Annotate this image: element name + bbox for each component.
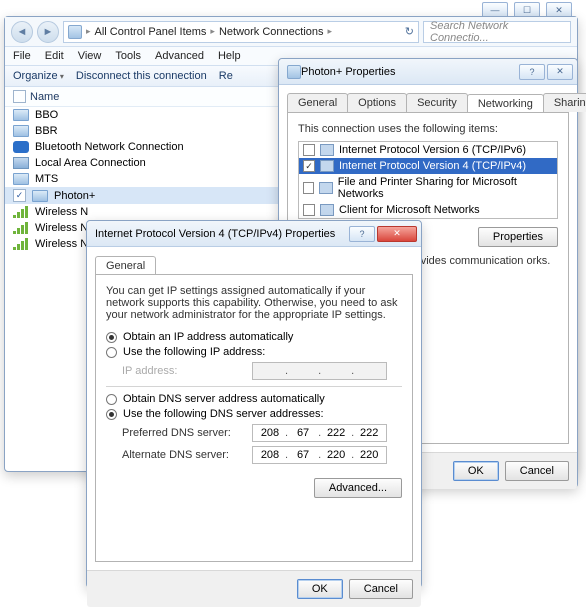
protocol-icon <box>319 182 332 194</box>
radio-icon <box>106 332 117 343</box>
protocol-icon <box>320 144 334 156</box>
control-panel-icon <box>68 25 82 39</box>
properties-icon <box>287 65 301 79</box>
ok-button[interactable]: OK <box>453 461 499 481</box>
dialog-buttons: OK Cancel <box>87 570 421 607</box>
wifi-icon <box>13 238 29 250</box>
search-input[interactable]: Search Network Connectio... <box>423 21 571 43</box>
lan-icon <box>13 157 29 169</box>
help-button[interactable]: ? <box>349 226 375 242</box>
tab-general[interactable]: General <box>95 256 156 275</box>
titlebar[interactable]: Internet Protocol Version 4 (TCP/IPv4) P… <box>87 221 421 247</box>
network-item[interactable]: ✓Internet Protocol Version 4 (TCP/IPv4) <box>299 158 557 174</box>
connection-icon <box>13 109 29 121</box>
chevron-right-icon: ▸ <box>210 26 215 37</box>
lead-text: This connection uses the following items… <box>298 123 558 135</box>
toolbar-item[interactable]: Re <box>219 70 233 82</box>
menu-help[interactable]: Help <box>218 50 241 62</box>
protocol-icon <box>320 204 334 216</box>
connection-icon <box>13 125 29 137</box>
back-button[interactable]: ◄ <box>11 21 33 43</box>
chevron-right-icon: ▸ <box>86 26 91 37</box>
menu-file[interactable]: File <box>13 50 31 62</box>
wifi-icon <box>13 206 29 218</box>
item-checkbox[interactable] <box>303 144 315 156</box>
network-item[interactable]: File and Printer Sharing for Microsoft N… <box>299 174 557 202</box>
connection-icon <box>13 173 29 185</box>
tab-sharing[interactable]: Sharing <box>543 93 586 112</box>
item-checkbox[interactable]: ✓ <box>13 189 26 202</box>
bluetooth-icon <box>13 141 29 153</box>
forward-button[interactable]: ► <box>37 21 59 43</box>
item-checkbox[interactable] <box>303 204 315 216</box>
ok-button[interactable]: OK <box>297 579 343 599</box>
item-checkbox[interactable]: ✓ <box>303 160 315 172</box>
tab-general[interactable]: General <box>287 93 348 112</box>
tab-security[interactable]: Security <box>406 93 468 112</box>
radio-icon <box>106 347 117 358</box>
radio-icon <box>106 394 117 405</box>
breadcrumb-item[interactable]: Network Connections <box>219 26 324 38</box>
preferred-dns-input[interactable]: 208.67.222.222 <box>252 424 387 442</box>
disconnect-button[interactable]: Disconnect this connection <box>76 70 207 82</box>
tab-options[interactable]: Options <box>347 93 407 112</box>
chevron-right-icon: ▸ <box>328 26 333 37</box>
radio-ip-manual[interactable]: Use the following IP address: <box>106 346 402 358</box>
tab-networking[interactable]: Networking <box>467 94 544 113</box>
address-bar: ◄ ► ▸ All Control Panel Items ▸ Network … <box>5 17 577 47</box>
close-button[interactable]: ✕ <box>547 64 573 80</box>
menu-edit[interactable]: Edit <box>45 50 64 62</box>
alternate-dns-label: Alternate DNS server: <box>122 449 252 461</box>
tab-strip: General Options Security Networking Shar… <box>279 85 577 112</box>
breadcrumb[interactable]: ▸ All Control Panel Items ▸ Network Conn… <box>63 21 419 43</box>
radio-dns-auto[interactable]: Obtain DNS server address automatically <box>106 393 402 405</box>
titlebar[interactable]: Photon+ Properties ? ✕ <box>279 59 577 85</box>
intro-text: You can get IP settings assigned automat… <box>106 285 402 321</box>
radio-ip-auto[interactable]: Obtain an IP address automatically <box>106 331 402 343</box>
radio-dns-manual[interactable]: Use the following DNS server addresses: <box>106 408 402 420</box>
network-items-list: Internet Protocol Version 6 (TCP/IPv6) ✓… <box>298 141 558 219</box>
tab-panel: You can get IP settings assigned automat… <box>95 274 413 562</box>
preferred-dns-label: Preferred DNS server: <box>122 427 252 439</box>
radio-icon <box>106 409 117 420</box>
organize-button[interactable]: Organize <box>13 70 64 82</box>
ipv4-properties-dialog: Internet Protocol Version 4 (TCP/IPv4) P… <box>86 220 422 588</box>
ip-address-input: ... <box>252 362 387 380</box>
close-button[interactable]: ✕ <box>377 226 417 242</box>
menu-view[interactable]: View <box>78 50 102 62</box>
item-checkbox[interactable] <box>303 182 314 194</box>
network-item[interactable]: Client for Microsoft Networks <box>299 202 557 218</box>
network-item[interactable]: Internet Protocol Version 6 (TCP/IPv6) <box>299 142 557 158</box>
refresh-icon[interactable]: ↻ <box>405 25 414 38</box>
properties-button[interactable]: Properties <box>478 227 558 247</box>
menu-tools[interactable]: Tools <box>115 50 141 62</box>
wifi-icon <box>13 222 29 234</box>
breadcrumb-item[interactable]: All Control Panel Items <box>95 26 207 38</box>
help-button[interactable]: ? <box>519 64 545 80</box>
cancel-button[interactable]: Cancel <box>349 579 413 599</box>
protocol-icon <box>320 160 334 172</box>
advanced-button[interactable]: Advanced... <box>314 478 402 498</box>
menu-advanced[interactable]: Advanced <box>155 50 204 62</box>
select-all-checkbox[interactable] <box>13 90 26 103</box>
alternate-dns-input[interactable]: 208.67.220.220 <box>252 446 387 464</box>
cancel-button[interactable]: Cancel <box>505 461 569 481</box>
ip-address-label: IP address: <box>122 365 252 377</box>
tab-strip: General <box>87 247 421 274</box>
connection-icon <box>32 190 48 202</box>
